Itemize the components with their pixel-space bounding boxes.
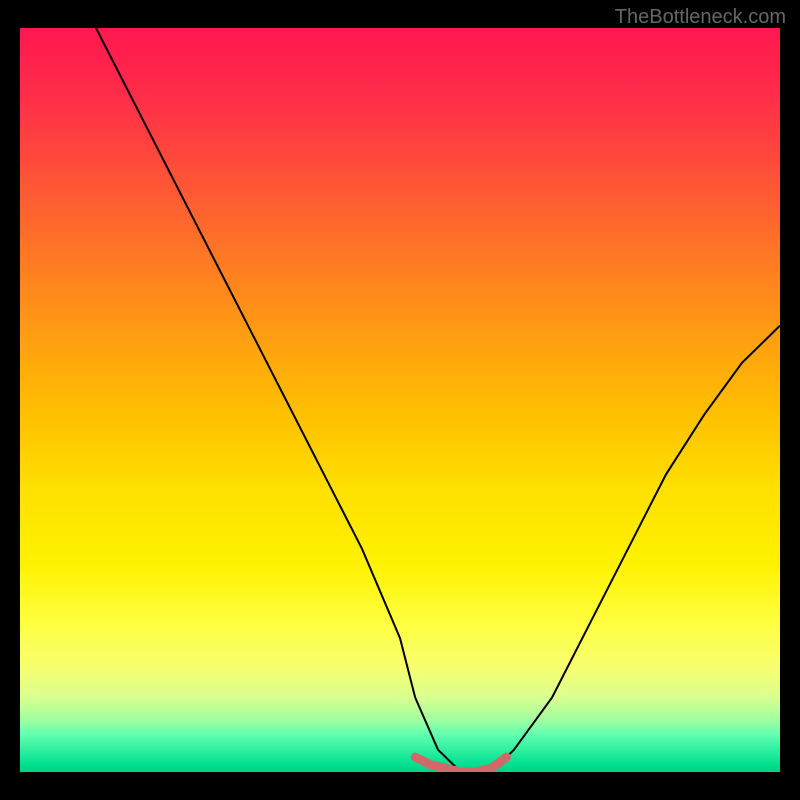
bottleneck-highlight — [415, 757, 506, 772]
chart-svg — [20, 28, 780, 772]
watermark-text: TheBottleneck.com — [615, 6, 786, 29]
chart-plot-area — [20, 28, 780, 772]
bottleneck-curve — [96, 28, 780, 772]
